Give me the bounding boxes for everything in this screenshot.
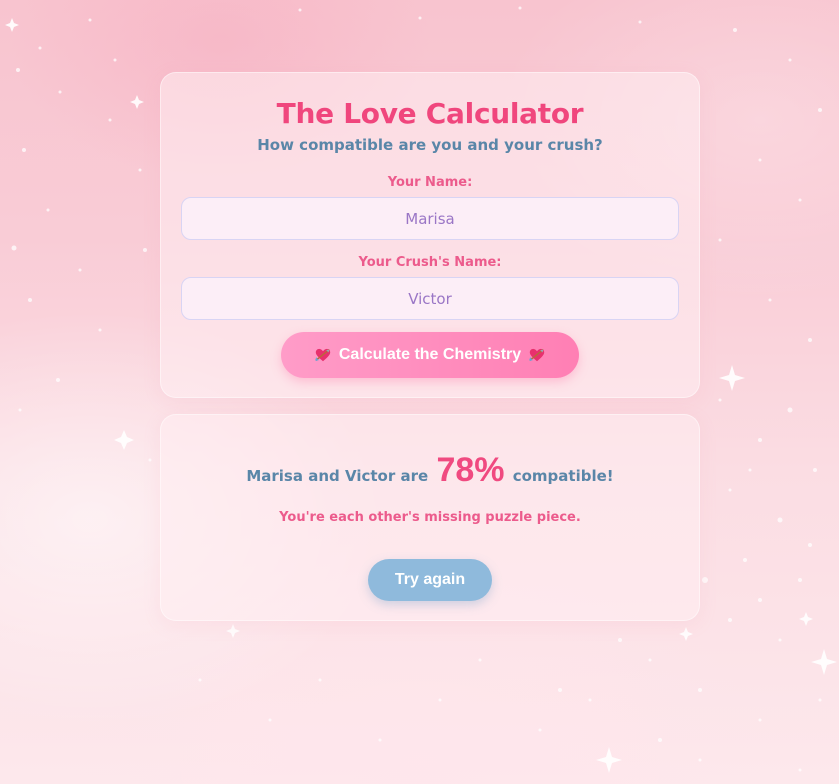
result-message: You're each other's missing puzzle piece… [279, 510, 581, 525]
result-card: Marisa and Victor are 78% compatible! Yo… [160, 414, 700, 621]
result-verb: are [400, 467, 429, 485]
love-calculator-form-card: The Love Calculator How compatible are y… [160, 72, 700, 398]
result-suffix: compatible! [512, 467, 614, 485]
result-name-2: Victor [345, 467, 396, 485]
result-name-1: Marisa [246, 467, 303, 485]
crush-name-input[interactable] [181, 277, 679, 320]
your-name-input[interactable] [181, 197, 679, 240]
crush-name-label: Your Crush's Name: [358, 255, 502, 270]
page-title: The Love Calculator [276, 97, 584, 130]
your-name-label: Your Name: [387, 175, 473, 190]
compatibility-percentage: 78% [436, 451, 505, 489]
result-sentence: Marisa and Victor are 78% compatible! [161, 451, 699, 490]
calculate-chemistry-button[interactable]: Calculate the Chemistry [281, 332, 579, 378]
result-connector: and [308, 467, 340, 485]
try-again-button[interactable]: Try again [368, 559, 492, 601]
heart-arrow-icon [529, 348, 545, 362]
subtitle: How compatible are you and your crush? [257, 136, 603, 154]
heart-arrow-icon [315, 348, 331, 362]
calculate-button-label: Calculate the Chemistry [338, 346, 522, 363]
